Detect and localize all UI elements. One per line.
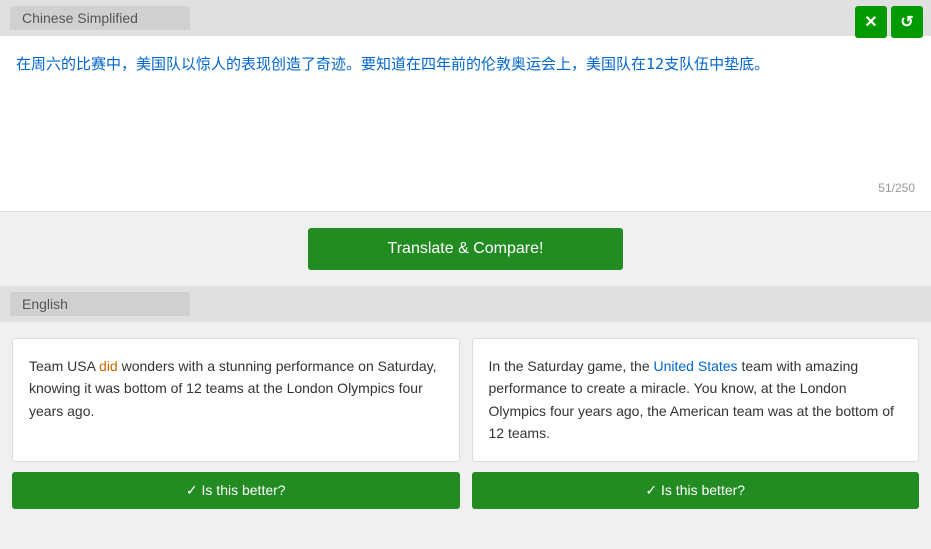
translation-text-2: In the Saturday game, the United States … xyxy=(489,355,903,445)
translation-card-2: In the Saturday game, the United States … xyxy=(472,338,920,462)
t2-seg1: In the Saturday game, the xyxy=(489,358,654,374)
close-button[interactable]: ✕ xyxy=(855,6,887,38)
translation-card-1: Team USA did wonders with a stunning per… xyxy=(12,338,460,462)
source-section: Chinese Simplified ✕ ↺ 在周六的比赛中，美国队以惊人的表现… xyxy=(0,0,931,212)
translate-btn-container: Translate & Compare! xyxy=(0,212,931,286)
is-better-button-1[interactable]: ✓ Is this better? xyxy=(12,472,460,509)
translate-compare-button[interactable]: Translate & Compare! xyxy=(308,228,624,270)
char-count: 51/250 xyxy=(0,181,931,201)
refresh-button[interactable]: ↺ xyxy=(891,6,923,38)
t1-seg1: Team USA xyxy=(29,358,99,374)
is-better-button-2[interactable]: ✓ Is this better? xyxy=(472,472,920,509)
source-lang-bar: Chinese Simplified ✕ ↺ xyxy=(0,0,931,36)
t1-seg2: did xyxy=(99,358,118,374)
translations-row: Team USA did wonders with a stunning per… xyxy=(0,322,931,462)
translation-text-1: Team USA did wonders with a stunning per… xyxy=(29,355,443,422)
is-better-btn-container: ✓ Is this better? ✓ Is this better? xyxy=(0,462,931,521)
source-lang-bar-buttons: ✕ ↺ xyxy=(855,6,923,38)
output-lang-label: English xyxy=(10,292,190,316)
source-lang-label: Chinese Simplified xyxy=(10,6,190,30)
output-section: English Team USA did wonders with a stun… xyxy=(0,286,931,521)
output-lang-bar: English xyxy=(0,286,931,322)
source-textarea[interactable]: 在周六的比赛中，美国队以惊人的表现创造了奇迹。要知道在四年前的伦敦奥运会上，美国… xyxy=(0,36,931,176)
t2-seg2: United States xyxy=(654,358,738,374)
